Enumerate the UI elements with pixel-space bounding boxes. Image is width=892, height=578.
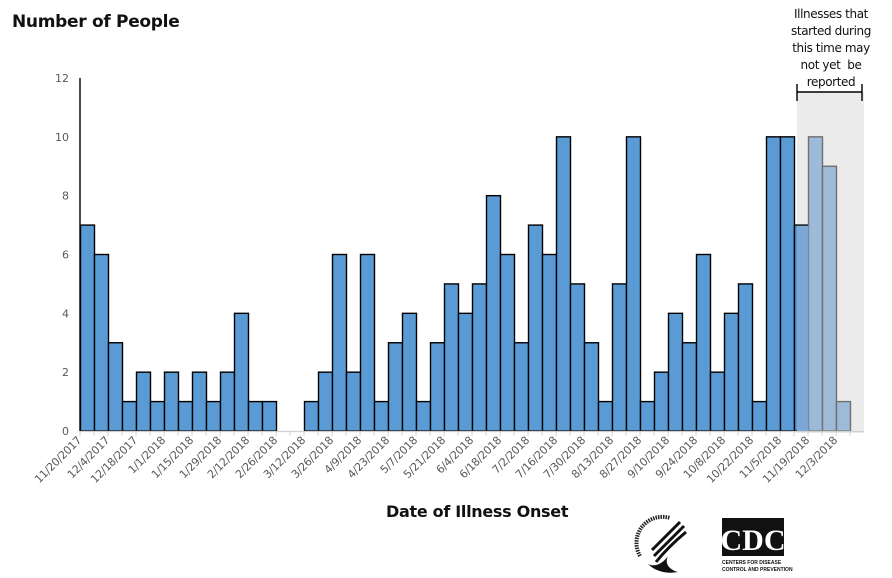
bar <box>583 342 600 432</box>
bar <box>499 253 516 432</box>
bar <box>555 136 572 432</box>
bar-pending-overlap <box>797 225 809 431</box>
bar <box>387 342 404 432</box>
pending-annotation: Illnesses that started during this time … <box>776 6 886 91</box>
bar <box>149 400 166 432</box>
y-tick-label: 8 <box>62 190 69 203</box>
bar <box>121 400 138 432</box>
bar <box>611 283 628 432</box>
chart: 0 2 4 6 8 10 12 11/20/201712/4/201712/18/20171… <box>32 72 864 486</box>
bar <box>471 283 488 432</box>
bar <box>751 400 768 432</box>
annotation-line: this time may <box>792 41 870 55</box>
y-tick-label: 4 <box>62 307 69 320</box>
bar <box>443 283 460 432</box>
y-tick-label: 6 <box>62 249 69 262</box>
bar <box>373 400 390 432</box>
bar <box>317 371 334 432</box>
bar-pending <box>821 165 838 432</box>
bar <box>429 342 446 432</box>
bar-pending <box>807 136 824 432</box>
bar <box>303 400 320 432</box>
bar <box>79 224 96 432</box>
bars-layer <box>79 136 852 432</box>
x-axis-title: Date of Illness Onset <box>386 502 569 521</box>
annotation-line: reported <box>806 75 856 89</box>
logos: CDC CENTERS FOR DISEASE CONTROL AND PREV… <box>634 514 793 573</box>
x-ticks-layer: 11/20/201712/4/201712/18/20171/1/20181/1… <box>32 431 851 486</box>
bar <box>709 371 726 432</box>
y-ticks-layer: 0 2 4 6 8 10 12 <box>55 72 69 438</box>
bar <box>765 136 782 432</box>
bar <box>177 400 194 432</box>
bar <box>737 283 754 432</box>
bar <box>723 312 740 432</box>
bar <box>653 371 670 432</box>
bar <box>107 342 124 432</box>
bar <box>779 136 796 432</box>
bar <box>401 312 418 432</box>
hhs-logo-icon <box>634 514 687 573</box>
bar <box>695 253 712 432</box>
annotation-line: Illnesses that <box>794 7 868 21</box>
cdc-logo-sub2: CONTROL AND PREVENTION <box>722 567 793 573</box>
bar <box>569 283 586 432</box>
bar <box>135 371 152 432</box>
bar <box>163 371 180 432</box>
bar <box>681 342 698 432</box>
annotation-line: started during <box>791 24 871 38</box>
y-axis-title: Number of People <box>12 12 180 32</box>
bar <box>191 371 208 432</box>
y-tick-label: 2 <box>62 366 69 379</box>
bar <box>261 400 278 432</box>
cdc-logo-text: CDC <box>721 524 786 557</box>
bar <box>205 400 222 432</box>
bar-pending <box>835 400 852 432</box>
bar <box>247 400 264 432</box>
bar <box>219 371 236 432</box>
cdc-logo-sub1: CENTERS FOR DISEASE <box>722 560 782 566</box>
y-tick-label: 12 <box>55 72 69 85</box>
y-tick-label: 0 <box>62 425 69 438</box>
bar <box>541 253 558 432</box>
cdc-logo-icon: CDC CENTERS FOR DISEASE CONTROL AND PREV… <box>721 518 793 573</box>
bar <box>457 312 474 432</box>
bar <box>415 400 432 432</box>
y-tick-label: 10 <box>55 131 69 144</box>
bar <box>233 312 250 432</box>
bar <box>597 400 614 432</box>
annotation-line: not yet be <box>800 58 862 72</box>
bar <box>639 400 656 432</box>
bar <box>331 253 348 432</box>
bar <box>625 136 642 432</box>
bar <box>93 253 110 432</box>
bar <box>485 194 502 432</box>
bar <box>527 224 544 432</box>
bar <box>359 253 376 432</box>
bar <box>345 371 362 432</box>
bar <box>667 312 684 432</box>
bar <box>513 342 530 432</box>
